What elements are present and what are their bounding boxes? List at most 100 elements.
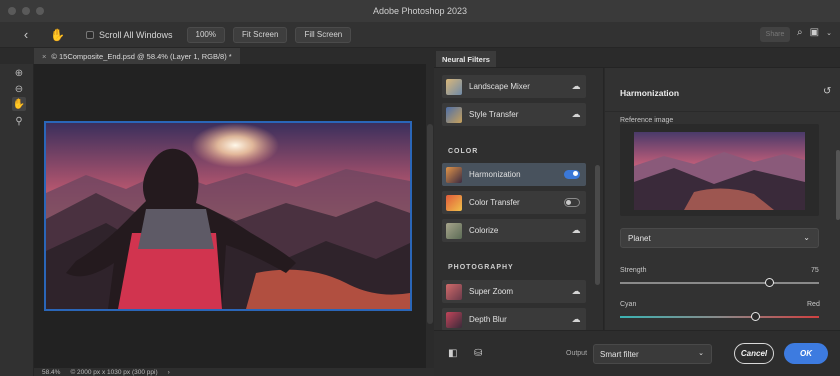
output-value: Smart filter <box>600 349 639 359</box>
title-bar: Adobe Photoshop 2023 <box>0 0 840 22</box>
color-transfer-toggle[interactable] <box>564 198 580 207</box>
cyan-label: Cyan <box>620 301 637 308</box>
filter-list-scrollbar[interactable] <box>595 165 600 285</box>
landscape-mixer-thumbnail <box>446 78 462 95</box>
color-transfer-thumbnail <box>446 194 462 211</box>
app-title: Adobe Photoshop 2023 <box>372 6 468 16</box>
back-chevron-icon[interactable]: ‹ <box>16 27 36 42</box>
search-icon[interactable]: ⌕ <box>797 27 803 38</box>
settings-scrollbar[interactable] <box>836 150 840 220</box>
canvas-area[interactable] <box>34 64 434 368</box>
chevron-down-icon: ⌄ <box>803 233 810 242</box>
hand-tool-icon[interactable]: ✋ <box>12 97 26 111</box>
zoom-window-button[interactable] <box>36 7 44 15</box>
colorize-thumbnail <box>446 222 462 239</box>
zoom-100-button[interactable]: 100% <box>186 26 225 43</box>
document-tab-row: × © 15Composite_End.psd @ 58.4% (Layer 1… <box>0 48 434 64</box>
filter-label: Colorize <box>469 226 499 235</box>
super-zoom-thumbnail <box>446 283 462 300</box>
composite-image[interactable] <box>44 121 412 311</box>
zoom-level[interactable]: 58.4% <box>42 369 60 376</box>
settings-title: Harmonization <box>620 88 680 98</box>
neural-filters-footer: ◧ ⛁ Output Smart filter ⌄ Cancel OK <box>434 330 840 376</box>
output-label: Output <box>566 350 588 357</box>
canvas-scrollbar[interactable] <box>426 64 434 368</box>
output-select[interactable]: Smart filter ⌄ <box>593 344 712 364</box>
neural-filters-tab[interactable]: Neural Filters <box>436 51 496 67</box>
scroll-all-windows-checkbox[interactable]: Scroll All Windows <box>86 30 173 40</box>
zoom-out-icon[interactable]: ⊖ <box>12 82 26 96</box>
filter-color-transfer[interactable]: Color Transfer <box>442 191 586 214</box>
filter-style-transfer[interactable]: Style Transfer ☁ <box>442 103 586 126</box>
neural-filters-list: Landscape Mixer ☁ Style Transfer ☁ COLOR… <box>434 68 604 330</box>
harmonization-settings: Harmonization ↺ Reference image Planet ⌄… <box>605 68 840 330</box>
workspace-icon[interactable]: ▣ <box>810 27 819 38</box>
section-color: COLOR <box>448 148 479 155</box>
layers-stack-icon[interactable]: ⛁ <box>474 348 482 359</box>
reference-image-label: Reference image <box>620 117 674 124</box>
filter-super-zoom[interactable]: Super Zoom ☁ <box>442 280 586 303</box>
filter-harmonization[interactable]: Harmonization <box>442 163 586 186</box>
cloud-download-icon[interactable]: ☁ <box>566 109 586 120</box>
filter-label: Landscape Mixer <box>469 82 530 91</box>
filter-landscape-mixer[interactable]: Landscape Mixer ☁ <box>442 75 586 98</box>
reset-icon[interactable]: ↺ <box>823 86 831 97</box>
scrollbar-thumb[interactable] <box>427 124 433 324</box>
red-label: Red <box>807 301 820 308</box>
depth-blur-thumbnail <box>446 311 462 328</box>
harmonization-thumbnail <box>446 166 462 183</box>
scroll-all-windows-label: Scroll All Windows <box>99 29 173 40</box>
filter-label: Color Transfer <box>469 198 520 207</box>
filter-label: Super Zoom <box>469 287 514 296</box>
ok-button[interactable]: OK <box>784 343 828 364</box>
chevron-down-icon: ⌄ <box>698 350 704 357</box>
settings-header: Harmonization ↺ <box>605 68 840 112</box>
cloud-download-icon[interactable]: ☁ <box>566 314 586 325</box>
status-bar: 58.4% © 2000 px x 1030 px (300 ppi) › <box>34 368 434 376</box>
hand-tool-icon[interactable]: ✋ <box>50 28 65 42</box>
composite-artwork <box>46 123 410 309</box>
fit-screen-button[interactable]: Fit Screen <box>233 26 288 43</box>
reference-image-box <box>620 124 819 216</box>
cloud-download-icon[interactable]: ☁ <box>566 81 586 92</box>
options-bar: ‹ ✋ Scroll All Windows 100% Fit Screen F… <box>0 22 840 48</box>
document-dimensions: © 2000 px x 1030 px (300 ppi) <box>70 368 158 376</box>
harmonization-toggle[interactable] <box>564 170 580 179</box>
tools-panel: ⊕ ⊖ ✋ ⚲ <box>0 48 34 376</box>
cyan-red-slider-knob[interactable] <box>750 312 760 321</box>
selected-layer: Planet <box>628 233 651 243</box>
checkbox-box[interactable] <box>86 30 94 39</box>
document-tab-title: © 15Composite_End.psd @ 58.4% (Layer 1, … <box>51 51 232 61</box>
strength-value: 75 <box>811 267 819 274</box>
compare-view-icon[interactable]: ◧ <box>448 348 457 359</box>
reference-layer-select[interactable]: Planet ⌄ <box>620 228 819 248</box>
filter-colorize[interactable]: Colorize ☁ <box>442 219 586 242</box>
chevron-down-icon[interactable]: ⌄ <box>826 29 832 38</box>
strength-slider[interactable] <box>620 278 819 287</box>
cancel-button[interactable]: Cancel <box>734 343 774 364</box>
filter-label: Style Transfer <box>469 110 519 119</box>
cloud-download-icon[interactable]: ☁ <box>566 286 586 297</box>
neural-filters-header: Neural Filters <box>434 48 840 68</box>
section-photography: PHOTOGRAPHY <box>448 264 514 271</box>
cyan-red-slider[interactable] <box>620 312 819 321</box>
cloud-download-icon[interactable]: ☁ <box>566 225 586 236</box>
reference-image-preview <box>634 132 805 210</box>
zoom-in-icon[interactable]: ⊕ <box>12 66 26 80</box>
close-window-button[interactable] <box>8 7 16 15</box>
filter-label: Depth Blur <box>469 315 507 324</box>
document-tab[interactable]: × © 15Composite_End.psd @ 58.4% (Layer 1… <box>34 48 240 64</box>
close-tab-icon[interactable]: × <box>42 52 46 61</box>
reference-landscape <box>634 132 805 210</box>
minimize-window-button[interactable] <box>22 7 30 15</box>
filter-depth-blur[interactable]: Depth Blur ☁ <box>442 308 586 330</box>
strength-label: Strength <box>620 267 647 274</box>
zoom-tool-icon[interactable]: ⚲ <box>12 114 26 128</box>
filter-label: Harmonization <box>469 170 521 179</box>
share-button[interactable]: Share <box>760 27 790 42</box>
strength-slider-knob[interactable] <box>764 278 774 287</box>
style-transfer-thumbnail <box>446 106 462 123</box>
fill-screen-button[interactable]: Fill Screen <box>295 26 352 43</box>
window-controls[interactable] <box>8 7 44 15</box>
status-chevron-icon[interactable]: › <box>168 369 170 376</box>
